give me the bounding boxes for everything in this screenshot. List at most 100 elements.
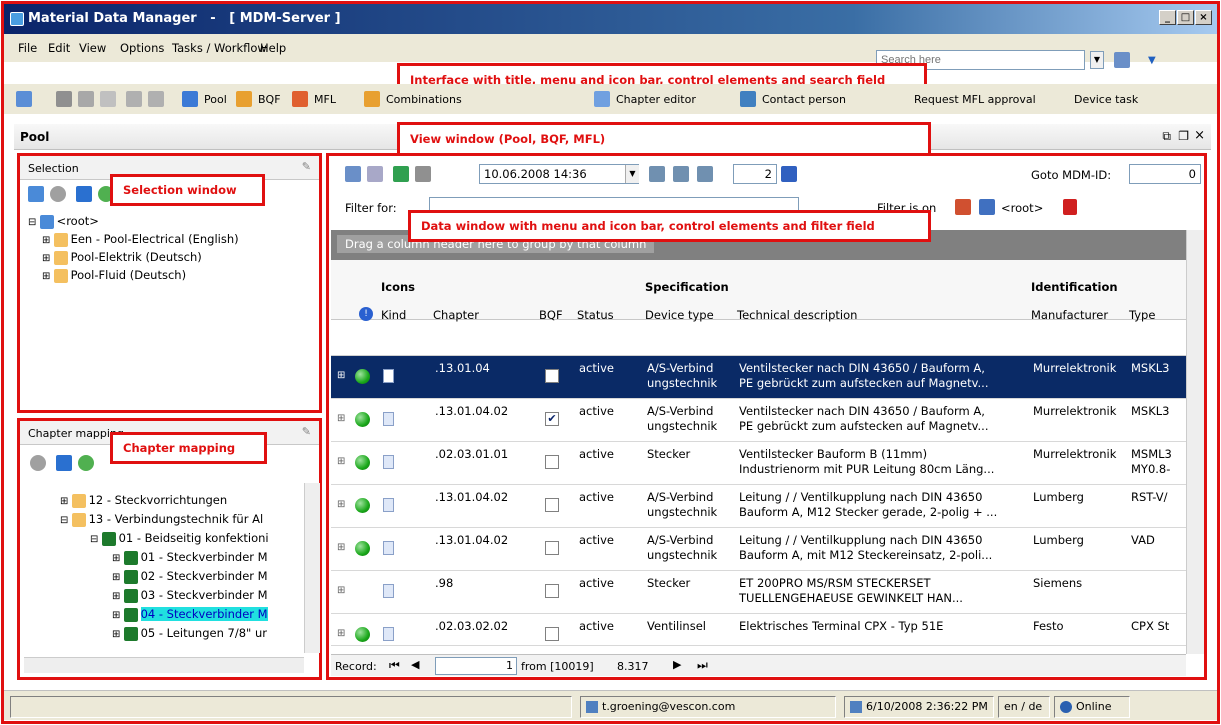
pin-icon[interactable]: ✎ — [302, 160, 311, 173]
export-excel-icon[interactable] — [393, 166, 409, 182]
options-chevron-icon[interactable]: ▼ — [1148, 55, 1156, 66]
bqf-checkbox[interactable] — [545, 541, 559, 555]
filter-icon[interactable] — [955, 199, 971, 215]
approve-icon[interactable] — [30, 455, 46, 471]
delete-icon[interactable] — [126, 91, 142, 107]
table-row[interactable]: ⊞ .02.03.02.02 active Ventilinsel Elektrisch… — [331, 614, 1186, 646]
pool-close-icon[interactable]: × — [1194, 128, 1205, 143]
bqf-checkbox[interactable] — [545, 455, 559, 469]
expand-all-icon[interactable] — [649, 166, 665, 182]
column-chapter[interactable]: Chapter — [433, 308, 479, 322]
column-technical-description[interactable]: Technical description — [737, 308, 857, 322]
minimize-button[interactable]: _ — [1159, 10, 1176, 25]
table-row[interactable]: ⊞ .13.01.04 active A/S-Verbind ungstechnik V… — [331, 356, 1186, 399]
menu-help[interactable]: Help — [260, 41, 286, 55]
last-record-icon[interactable]: ⏭ — [697, 658, 708, 673]
table-row[interactable]: ⊞ .13.01.04.02 active A/S-Verbind ungstechn… — [331, 485, 1186, 528]
tree-root-icon[interactable] — [979, 199, 995, 215]
column-manufacturer[interactable]: Manufacturer — [1031, 308, 1108, 322]
date-dropdown-icon[interactable]: ▼ — [625, 165, 639, 183]
expand-row-icon[interactable]: ⊞ — [337, 542, 345, 553]
column-bqf[interactable]: BQF — [539, 308, 563, 322]
check-icon[interactable] — [78, 455, 94, 471]
column-kind[interactable]: Kind — [381, 308, 406, 322]
close-button[interactable]: × — [1195, 10, 1212, 25]
pool-icon[interactable] — [182, 91, 198, 107]
toolbar-chapter-editor[interactable]: Chapter editor — [616, 93, 696, 106]
chapter-item[interactable]: ⊞ 05 - Leitungen 7/8" ur — [112, 626, 267, 641]
expand-row-icon[interactable]: ⊞ — [337, 370, 345, 381]
bqf-checkbox[interactable]: ✔ — [545, 412, 559, 426]
table-row[interactable]: ⊞ ✔ .13.01.04.02 active A/S-Verbind ungstech… — [331, 399, 1186, 442]
record-input[interactable]: 1 — [435, 657, 517, 675]
table-row[interactable]: ⊞ .02.03.01.01 active Stecker Ventilstecker … — [331, 442, 1186, 485]
contact-person-icon[interactable] — [740, 91, 756, 107]
expand-row-icon[interactable]: ⊞ — [337, 413, 345, 424]
approve-icon[interactable] — [367, 166, 383, 182]
grid-scrollbar-vertical[interactable] — [1186, 230, 1204, 654]
menu-options[interactable]: Options — [120, 41, 164, 55]
expand-row-icon[interactable]: ⊞ — [337, 628, 345, 639]
menu-edit[interactable]: Edit — [48, 41, 70, 55]
next-record-icon[interactable]: ▶ — [673, 658, 681, 671]
tree-item[interactable]: ⊞ Pool-Fluid (Deutsch) — [42, 268, 186, 283]
pdf-icon[interactable] — [1063, 199, 1077, 215]
first-record-icon[interactable]: ⏮ — [389, 658, 400, 673]
expand-row-icon[interactable]: ⊞ — [337, 499, 345, 510]
database-icon[interactable] — [76, 186, 92, 202]
expand-row-icon[interactable]: ⊞ — [337, 585, 345, 596]
print-icon[interactable] — [415, 166, 431, 182]
chapter-editor-icon[interactable] — [594, 91, 610, 107]
chapter-item[interactable]: ⊞ 12 - Steckvorrichtungen — [60, 493, 227, 508]
properties-icon[interactable] — [148, 91, 164, 107]
combinations-icon[interactable] — [364, 91, 380, 107]
edit-icon[interactable] — [28, 186, 44, 202]
database-icon[interactable] — [56, 455, 72, 471]
chapter-scrollbar-vertical[interactable] — [304, 483, 320, 653]
collapse-all-icon[interactable] — [673, 166, 689, 182]
tree-item[interactable]: ⊞ Pool-Elektrik (Deutsch) — [42, 250, 202, 265]
search-dropdown[interactable]: ▼ — [1090, 51, 1104, 69]
menu-file[interactable]: File — [18, 41, 37, 55]
request-mfl-approval-button[interactable]: Request MFL approval — [914, 93, 1036, 106]
toolbar-combinations[interactable]: Combinations — [386, 93, 462, 106]
mfl-icon[interactable] — [292, 91, 308, 107]
column-type[interactable]: Type — [1129, 308, 1155, 322]
bqf-icon[interactable] — [236, 91, 252, 107]
table-row[interactable]: ⊞ .98 active Stecker ET 200PRO MS/RSM STECKE… — [331, 571, 1186, 614]
status-language[interactable]: en / de — [998, 696, 1050, 718]
toolbar-pool[interactable]: Pool — [204, 93, 227, 106]
device-task-button[interactable]: Device task — [1074, 93, 1138, 106]
page-field[interactable]: 2 — [733, 164, 777, 184]
date-field[interactable]: 10.06.2008 14:36 — [479, 164, 639, 184]
menu-tasks[interactable]: Tasks / Workflow — [172, 41, 267, 55]
column-status[interactable]: Status — [577, 308, 614, 322]
maximize-button[interactable]: □ — [1177, 10, 1194, 25]
menu-view[interactable]: View — [79, 41, 106, 55]
column-device-type[interactable]: Device type — [645, 308, 714, 322]
prev-record-icon[interactable]: ◀ — [411, 658, 419, 671]
bqf-checkbox[interactable] — [545, 584, 559, 598]
bqf-checkbox[interactable] — [545, 498, 559, 512]
goto-input[interactable]: 0 — [1129, 164, 1201, 184]
calendar-icon[interactable] — [781, 166, 797, 182]
chapter-item[interactable]: ⊞ 02 - Steckverbinder M — [112, 569, 268, 584]
toolbar-bqf[interactable]: BQF — [258, 93, 281, 106]
toolbar-contact-person[interactable]: Contact person — [762, 93, 846, 106]
table-row[interactable]: ⊞ .13.01.04.02 active A/S-Verbind ungstechn… — [331, 528, 1186, 571]
chapter-scrollbar-horizontal[interactable] — [24, 657, 304, 673]
chapter-item[interactable]: ⊞ 01 - Steckverbinder M — [112, 550, 268, 565]
chapter-item[interactable]: ⊟ 01 - Beidseitig konfektioni — [90, 531, 269, 546]
copy-icon[interactable] — [78, 91, 94, 107]
paste-icon[interactable] — [100, 91, 116, 107]
edit-icon[interactable] — [345, 166, 361, 182]
toolbar-mfl[interactable]: MFL — [314, 93, 336, 106]
refresh-icon[interactable] — [16, 91, 32, 107]
bqf-checkbox[interactable] — [545, 627, 559, 641]
search-go-icon[interactable] — [1114, 52, 1130, 68]
cut-icon[interactable] — [56, 91, 72, 107]
pin-icon[interactable]: ✎ — [302, 425, 311, 438]
tree-item[interactable]: ⊞ Een - Pool-Electrical (English) — [42, 232, 239, 247]
restore-icon[interactable]: ❐ — [1178, 129, 1189, 143]
approve-icon[interactable] — [50, 186, 66, 202]
